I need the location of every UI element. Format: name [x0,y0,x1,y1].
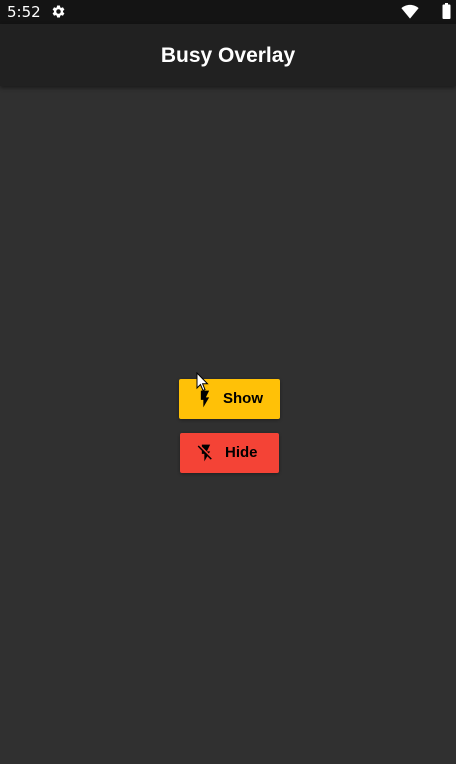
wifi-icon [401,4,419,19]
hide-button[interactable]: Hide [180,433,279,473]
status-bar: 5:52 [0,0,456,24]
page-title: Busy Overlay [160,44,296,67]
flash-on-icon [200,390,210,408]
flash-off-icon [197,444,212,462]
hide-button-label: Hide [225,444,258,461]
gear-icon [52,5,65,18]
battery-icon [442,3,451,19]
show-button-label: Show [223,390,263,407]
status-time: 5:52 [7,3,41,21]
show-button[interactable]: Show [179,379,280,419]
app-bar: Busy Overlay [0,24,456,86]
